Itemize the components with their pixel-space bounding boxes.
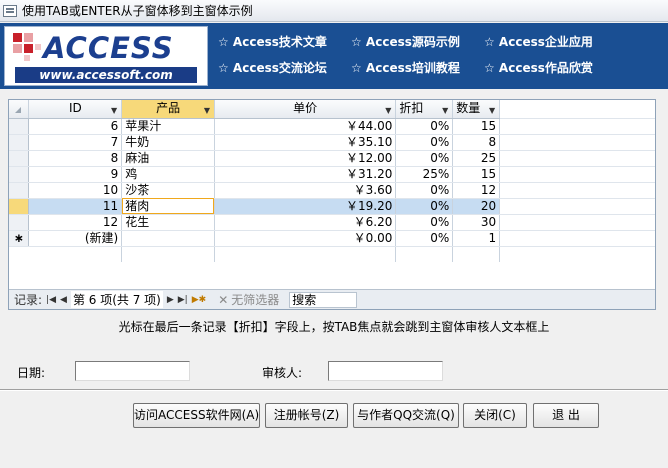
- chevron-down-icon[interactable]: ▼: [204, 103, 210, 117]
- record-navigation-bar: 记录: |◀ ◀ 第 6 项(共 7 项) ▶ ▶| ▶✱ ✕ 无筛选器 搜索: [9, 289, 655, 309]
- window-title: 使用TAB或ENTER从子窗体移到主窗体示例: [22, 4, 253, 18]
- banner-links: ☆ Access技术文章 ☆ Access源码示例 ☆ Access企业应用 ☆…: [218, 33, 658, 76]
- link-showcase[interactable]: ☆ Access作品欣赏: [484, 59, 624, 76]
- table-row[interactable]: 10 沙茶 ￥3.60 0% 12: [9, 182, 655, 199]
- chevron-down-icon[interactable]: ▼: [385, 103, 391, 117]
- table-row[interactable]: 7 牛奶 ￥35.10 0% 8: [9, 134, 655, 151]
- reviewer-field[interactable]: [328, 361, 443, 381]
- row-selector[interactable]: [9, 118, 30, 135]
- column-header-discount[interactable]: 折扣 ▼: [395, 100, 454, 119]
- new-record-row[interactable]: ∗ (新建) ￥0.00 0% 1: [9, 230, 655, 247]
- logo-square-icon: [13, 44, 22, 53]
- table-row[interactable]: 9 鸡 ￥31.20 25% 15: [9, 166, 655, 183]
- link-forum[interactable]: ☆ Access交流论坛: [218, 59, 351, 76]
- row-selector-current[interactable]: [9, 198, 30, 215]
- link-enterprise-apps[interactable]: ☆ Access企业应用: [484, 33, 624, 50]
- header-filler: [499, 100, 655, 119]
- table-row[interactable]: 12 花生 ￥6.20 0% 30: [9, 214, 655, 231]
- table-row[interactable]: 6 苹果汁 ￥44.00 0% 15: [9, 118, 655, 135]
- link-source-samples[interactable]: ☆ Access源码示例: [351, 33, 484, 50]
- date-field[interactable]: [75, 361, 190, 381]
- row-selector[interactable]: [9, 166, 30, 183]
- table-row-current[interactable]: 11 猪肉 ￥19.20 0% 20: [9, 198, 655, 215]
- previous-record-icon[interactable]: ◀: [60, 295, 67, 305]
- empty-row: [9, 246, 655, 262]
- separator: [0, 389, 668, 391]
- logo-wordmark: ACCESS: [43, 31, 174, 65]
- new-record-nav-icon[interactable]: ▶✱: [192, 295, 206, 305]
- link-tech-articles[interactable]: ☆ Access技术文章: [218, 33, 351, 50]
- form-window-icon: [3, 4, 17, 17]
- no-filter-icon: ✕: [218, 292, 229, 307]
- exit-button[interactable]: 退 出: [533, 403, 599, 428]
- chevron-down-icon[interactable]: ▼: [442, 103, 448, 117]
- row-selector[interactable]: [9, 214, 30, 231]
- next-record-icon[interactable]: ▶: [167, 295, 174, 305]
- title-bar: 使用TAB或ENTER从子窗体移到主窗体示例: [0, 0, 668, 22]
- first-record-icon[interactable]: |◀: [46, 295, 56, 305]
- search-input[interactable]: 搜索: [289, 291, 358, 308]
- logo-square-icon: [35, 44, 41, 50]
- table-row[interactable]: 8 麻油 ￥12.00 0% 25: [9, 150, 655, 167]
- select-all-cell[interactable]: [9, 100, 30, 119]
- product-cell-editing[interactable]: 猪肉: [121, 198, 215, 215]
- accessoft-logo[interactable]: ACCESS www.accessoft.com: [4, 26, 208, 86]
- order-details-datasheet[interactable]: ID ▼ 产品 ▼ 单价 ▼ 折扣 ▼ 数量 ▼ 6 苹果汁 ￥44.00 0% 15 7…: [8, 99, 656, 310]
- filter-status: 无筛选器: [231, 293, 280, 307]
- hint-text: 光标在最后一条记录【折扣】字段上，按TAB焦点就会跳到主窗体审核人文本框上: [118, 320, 550, 334]
- chevron-down-icon[interactable]: ▼: [111, 103, 117, 117]
- header-row: ID ▼ 产品 ▼ 单价 ▼ 折扣 ▼ 数量 ▼: [9, 100, 655, 119]
- column-header-quantity[interactable]: 数量 ▼: [452, 100, 501, 119]
- column-header-product[interactable]: 产品 ▼: [121, 100, 215, 119]
- visit-accessoft-button[interactable]: 访问ACCESS软件网(A): [133, 403, 260, 428]
- row-selector[interactable]: [9, 134, 30, 151]
- row-selector[interactable]: [9, 182, 30, 199]
- record-label: 记录:: [14, 293, 43, 307]
- new-record-icon[interactable]: ∗: [9, 230, 30, 247]
- banner: ACCESS www.accessoft.com ☆ Access技术文章 ☆ …: [0, 23, 668, 89]
- chevron-down-icon[interactable]: ▼: [489, 103, 495, 117]
- logo-square-icon: [24, 33, 33, 42]
- logo-url: www.accessoft.com: [15, 67, 197, 83]
- logo-square-icon: [24, 44, 33, 53]
- register-account-button[interactable]: 注册帐号(Z): [265, 403, 348, 428]
- logo-square-icon: [13, 33, 22, 42]
- last-record-icon[interactable]: ▶|: [178, 295, 188, 305]
- filter-toggle[interactable]: ✕ 无筛选器: [218, 291, 279, 308]
- row-selector[interactable]: [9, 150, 30, 167]
- select-all-icon: [15, 107, 21, 113]
- reviewer-label: 审核人:: [262, 366, 303, 380]
- close-button[interactable]: 关闭(C): [463, 403, 527, 428]
- column-header-price[interactable]: 单价 ▼: [214, 100, 397, 119]
- logo-square-icon: [24, 55, 30, 61]
- datasheet-table: ID ▼ 产品 ▼ 单价 ▼ 折扣 ▼ 数量 ▼ 6 苹果汁 ￥44.00 0% 15 7…: [9, 100, 655, 262]
- current-record-box[interactable]: 第 6 项(共 7 项): [70, 291, 163, 308]
- qq-contact-button[interactable]: 与作者QQ交流(Q): [353, 403, 459, 428]
- column-header-id[interactable]: ID ▼: [28, 100, 123, 119]
- link-training[interactable]: ☆ Access培训教程: [351, 59, 484, 76]
- date-label: 日期:: [17, 366, 46, 380]
